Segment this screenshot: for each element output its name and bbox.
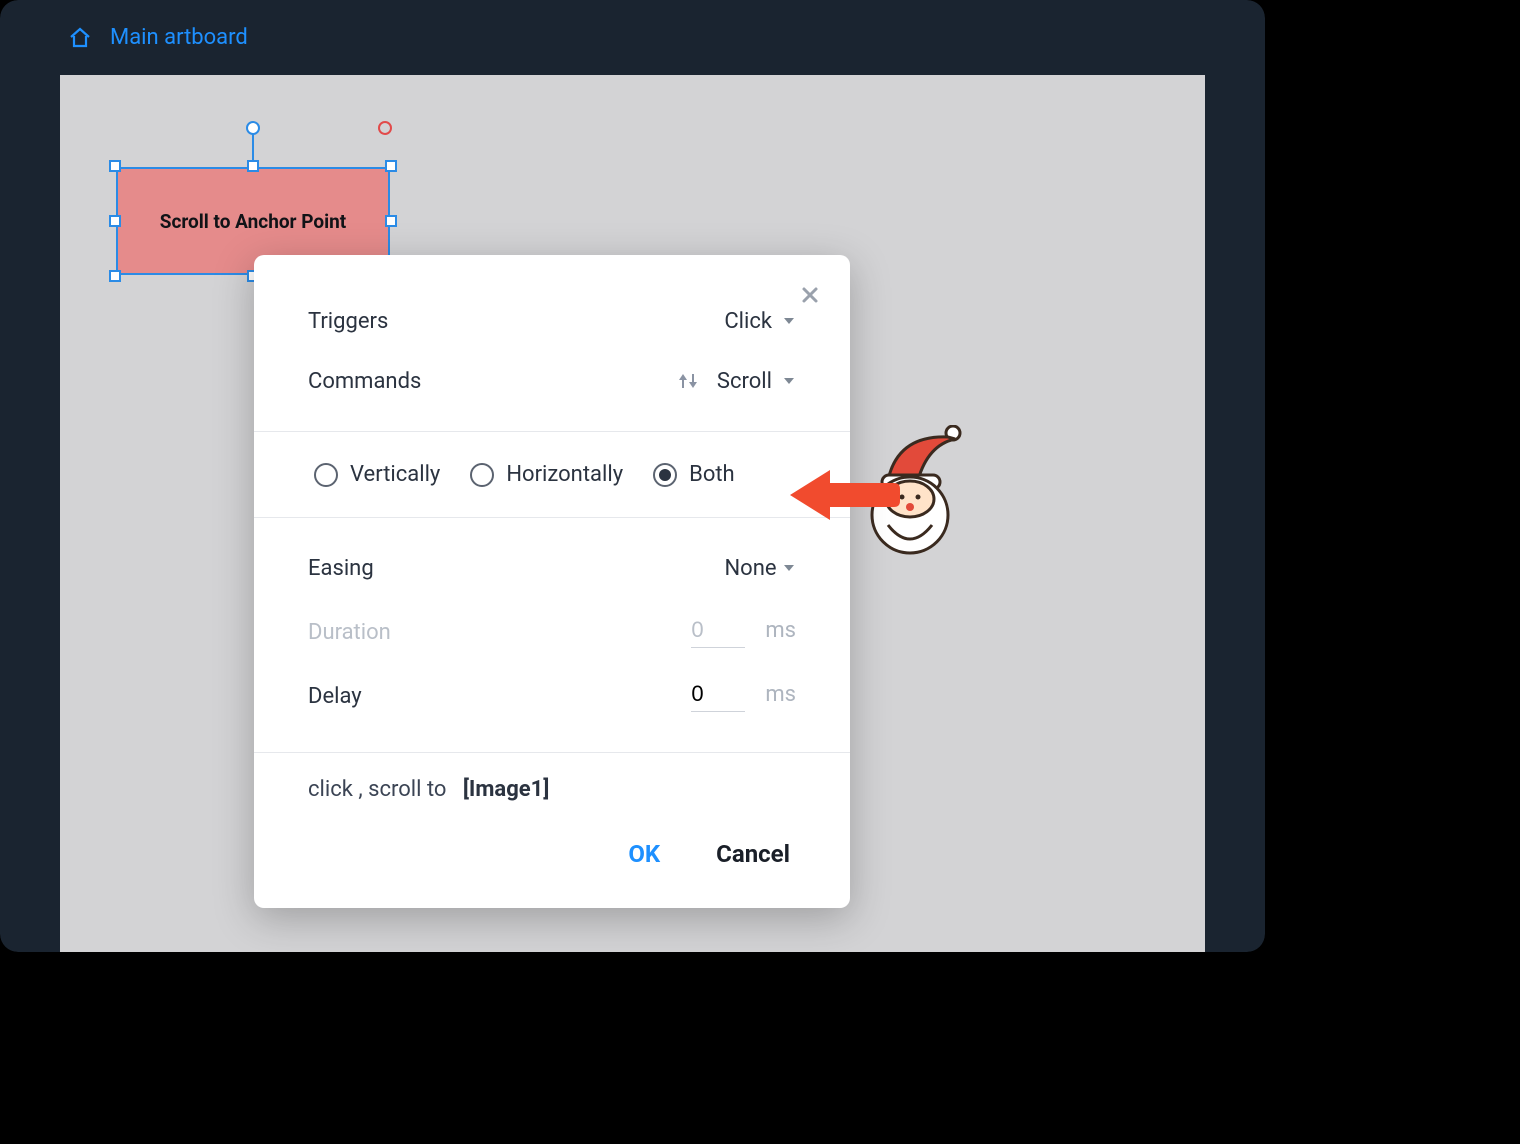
- commands-value: Scroll: [717, 369, 772, 394]
- radio-label: Both: [689, 462, 735, 487]
- radio-label: Vertically: [350, 462, 440, 487]
- dialog-close-button[interactable]: [798, 283, 822, 307]
- triggers-row[interactable]: Triggers Click: [308, 291, 796, 351]
- image1-santa[interactable]: [858, 425, 978, 579]
- resize-handle-tm[interactable]: [247, 160, 259, 172]
- resize-handle-ml[interactable]: [109, 215, 121, 227]
- canvas[interactable]: Scroll to Anchor Point: [60, 75, 1205, 952]
- delay-unit: ms: [765, 682, 796, 707]
- chevron-down-icon: [782, 369, 796, 394]
- radio-icon: [314, 463, 338, 487]
- easing-label: Easing: [308, 556, 374, 581]
- resize-handle-tr[interactable]: [385, 160, 397, 172]
- commands-label: Commands: [308, 369, 421, 394]
- summary-text: click , scroll to [Image1]: [254, 753, 850, 812]
- ok-button[interactable]: OK: [628, 840, 660, 868]
- triggers-label: Triggers: [308, 309, 388, 334]
- delay-row: Delay ms: [308, 664, 796, 728]
- resize-handle-tl[interactable]: [109, 160, 121, 172]
- radio-icon: [470, 463, 494, 487]
- resize-handle-bl[interactable]: [109, 270, 121, 282]
- triggers-value: Click: [724, 309, 772, 334]
- radio-vertically[interactable]: Vertically: [314, 462, 440, 487]
- radio-label: Horizontally: [506, 462, 623, 487]
- home-icon[interactable]: [68, 26, 92, 50]
- duration-row: Duration ms: [308, 600, 796, 664]
- radio-horizontally[interactable]: Horizontally: [470, 462, 623, 487]
- duration-input: [691, 617, 745, 648]
- anchor-indicator: [378, 121, 392, 135]
- commands-row[interactable]: Commands Scroll: [308, 351, 796, 411]
- radio-icon: [653, 463, 677, 487]
- rotation-stem: [252, 133, 254, 161]
- duration-unit: ms: [765, 618, 796, 643]
- direction-radio-group: Vertically Horizontally Both: [254, 432, 850, 517]
- selected-element-label: Scroll to Anchor Point: [160, 210, 346, 233]
- rotation-handle[interactable]: [246, 121, 260, 135]
- interaction-dialog: Triggers Click Commands: [254, 255, 850, 908]
- radio-both[interactable]: Both: [653, 462, 735, 487]
- duration-label: Duration: [308, 620, 391, 645]
- summary-target: [Image1]: [463, 777, 550, 802]
- scroll-icon: [675, 370, 701, 392]
- resize-handle-mr[interactable]: [385, 215, 397, 227]
- delay-label: Delay: [308, 684, 362, 709]
- breadcrumb-label[interactable]: Main artboard: [110, 25, 248, 50]
- delay-input[interactable]: [691, 681, 745, 712]
- breadcrumb-bar: Main artboard: [0, 0, 1265, 75]
- chevron-down-icon: [782, 309, 796, 334]
- easing-row[interactable]: Easing None: [308, 536, 796, 600]
- summary-prefix: click , scroll to: [308, 777, 446, 802]
- easing-value: None: [724, 556, 776, 581]
- chevron-down-icon: [782, 556, 796, 581]
- cancel-button[interactable]: Cancel: [716, 840, 790, 868]
